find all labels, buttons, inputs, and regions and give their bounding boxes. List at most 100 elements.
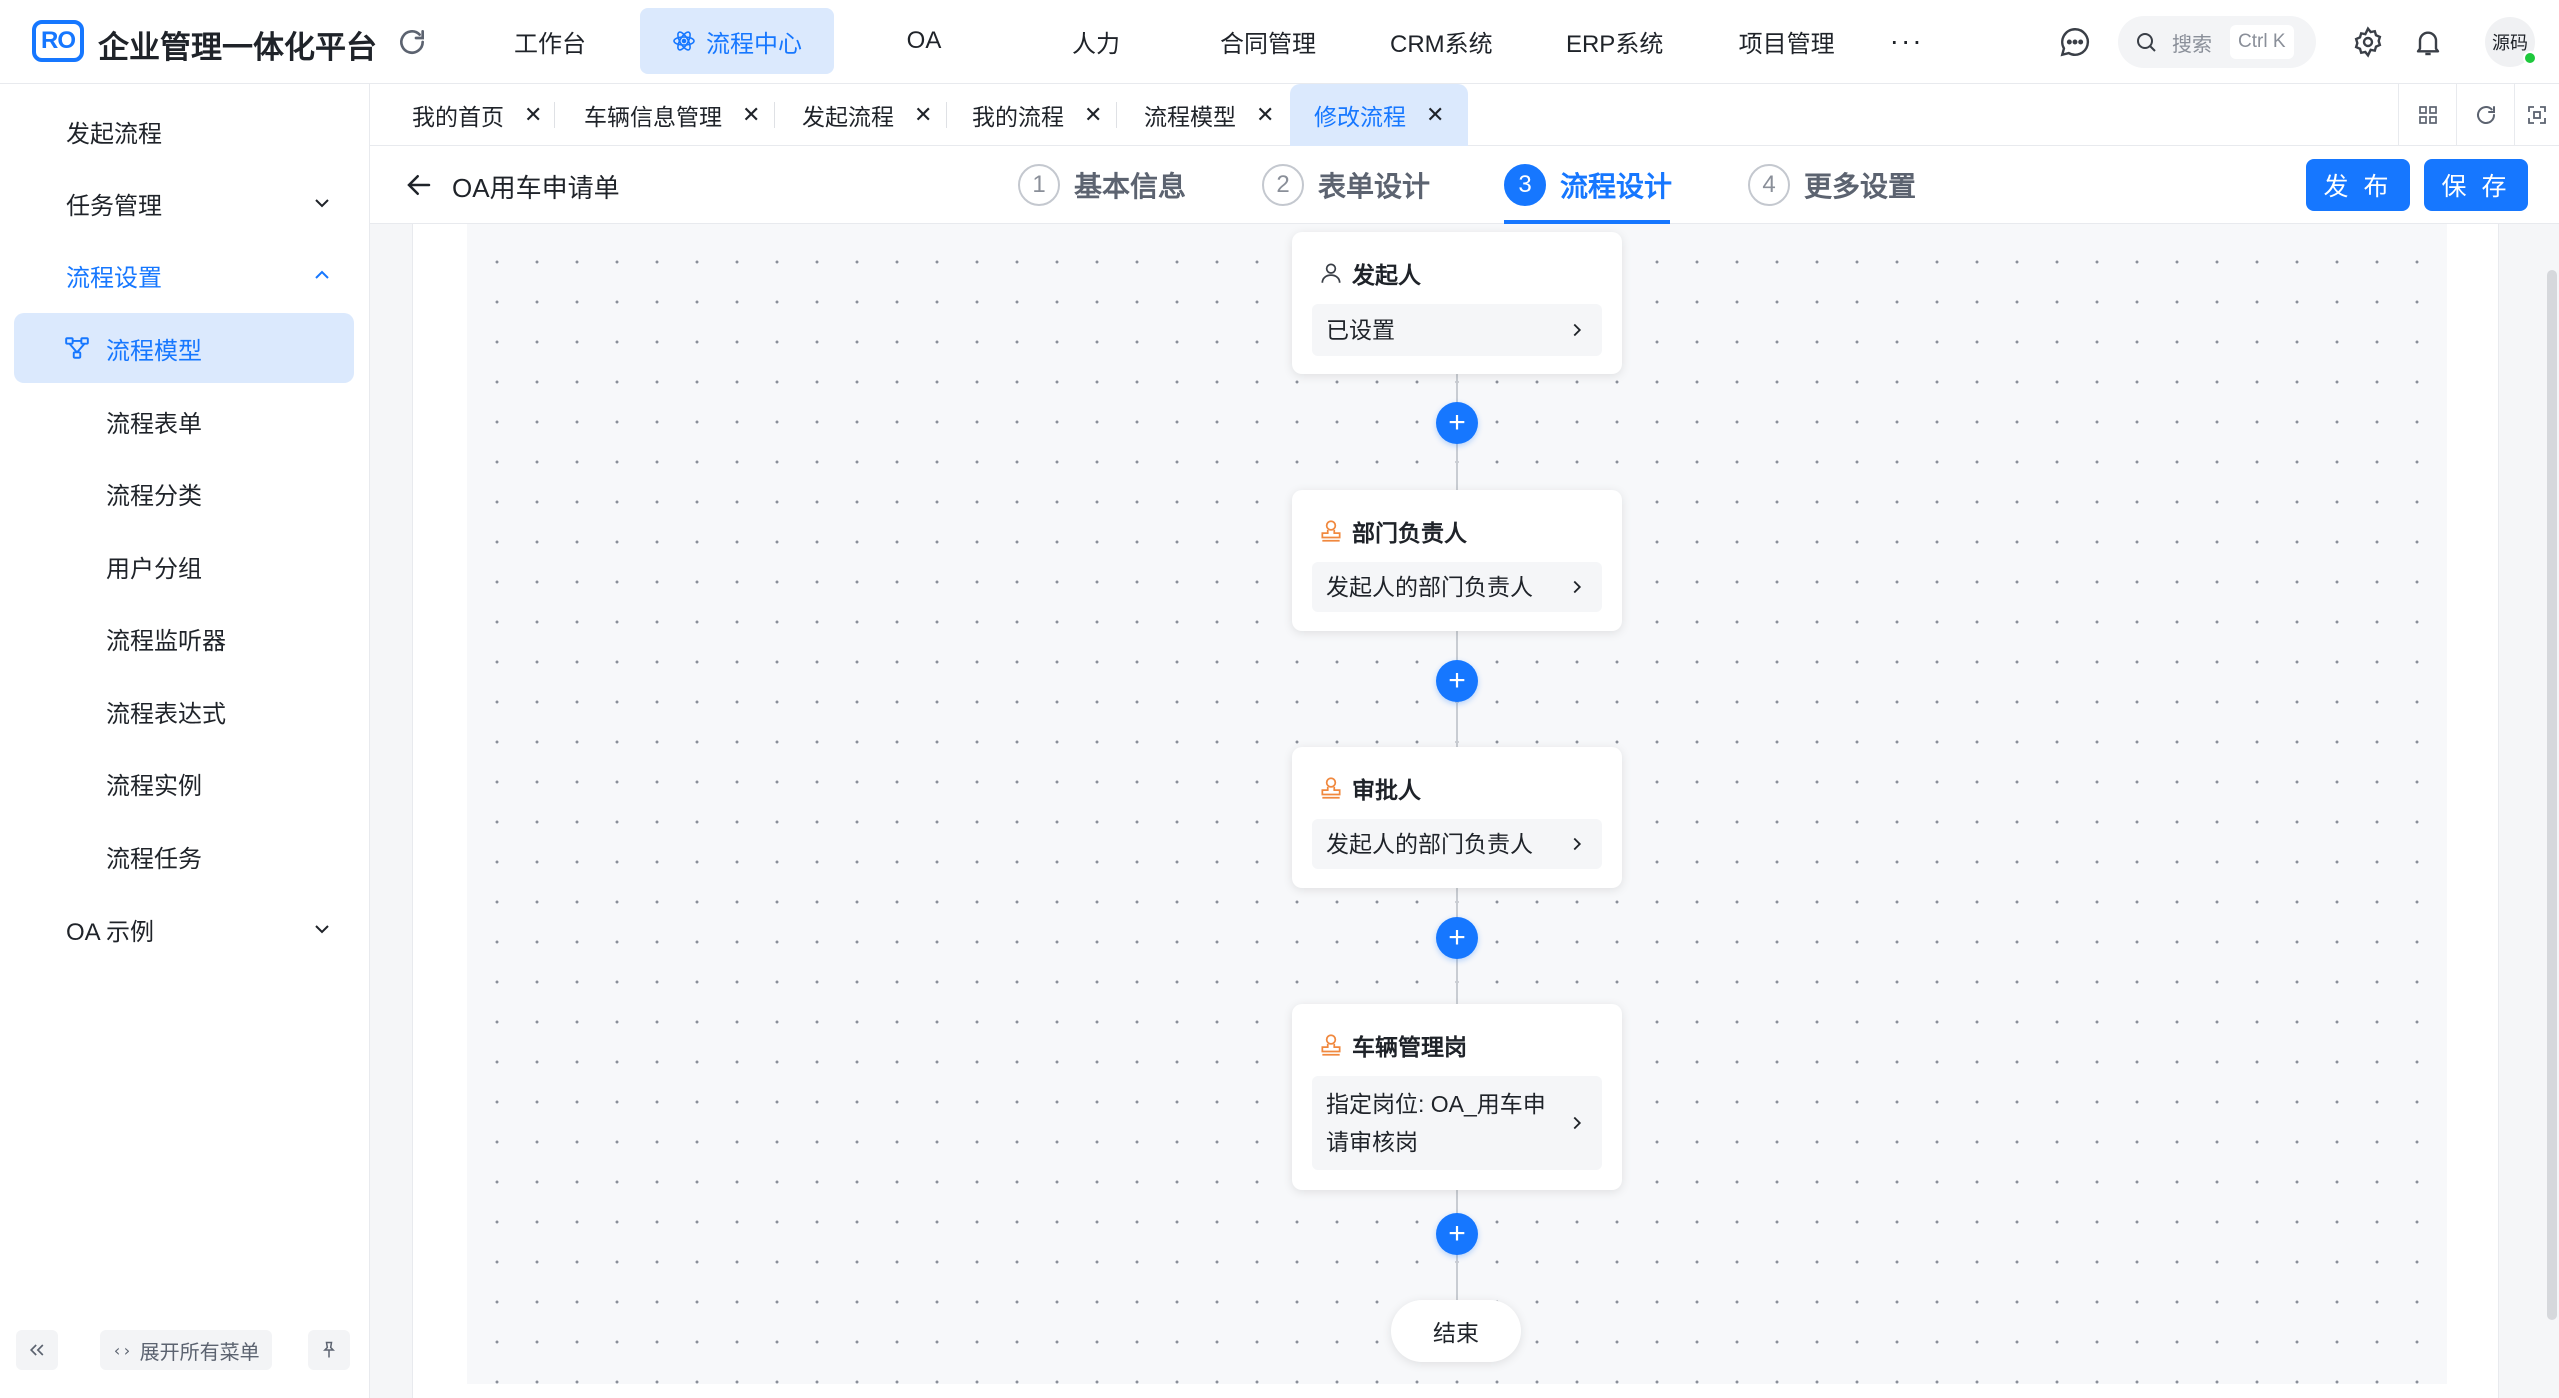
search-shortcut: Ctrl K [2230,25,2294,59]
close-icon[interactable]: ✕ [914,102,932,128]
chevron-right-icon [1573,323,1582,337]
tab-refresh-button[interactable] [2456,84,2514,146]
tab-vehicle-info[interactable]: 车辆信息管理 ✕ [584,84,760,146]
node-config[interactable]: 发起人的部门负责人 [1312,562,1602,612]
node-detail: 指定岗位: OA_用车申请审核岗 [1326,1091,1546,1155]
nav-process-center[interactable]: 流程中心 [640,8,834,74]
grid-icon [2418,106,2437,124]
nav-erp[interactable]: ERP系统 [1533,8,1697,74]
step-process-design[interactable]: 3 流程设计 [1504,160,1672,210]
sidebar-item-start-process[interactable]: 发起流程 [0,96,370,166]
sidebar-footer: ‹› 展开所有菜单 [0,1330,370,1398]
flow-node-vehicle-manager[interactable]: 车辆管理岗 指定岗位: OA_用车申请审核岗 [1292,1004,1622,1190]
flow-node-initiator[interactable]: 发起人 已设置 [1292,232,1622,374]
step-number: 1 [1018,164,1060,206]
user-icon [1321,263,1341,283]
sidebar-item-label: 流程模型 [106,337,202,365]
nav-hr[interactable]: 人力 [1014,8,1178,74]
add-node-button[interactable]: + [1436,1213,1478,1255]
sidebar-item-process-instance[interactable]: 流程实例 [0,748,370,818]
nav-more-button[interactable]: ··· [1877,8,1937,74]
nav-contract[interactable]: 合同管理 [1186,8,1350,74]
refresh-icon[interactable] [396,26,428,58]
sidebar-item-label: 任务管理 [66,192,162,220]
sidebar-item-label: 用户分组 [106,555,202,583]
sidebar-item-process-model[interactable]: 流程模型 [14,313,354,383]
add-node-button[interactable]: + [1436,917,1478,959]
step-basic-info[interactable]: 1 基本信息 [1018,160,1186,210]
tab-edit-process[interactable]: 修改流程 ✕ [1290,84,1469,146]
expand-all-menus-button[interactable]: ‹› 展开所有菜单 [100,1330,272,1370]
sidebar-item-oa-example[interactable]: OA 示例 [0,894,370,964]
bell-icon[interactable] [2412,25,2444,59]
tab-separator [946,102,947,128]
step-number: 2 [1262,164,1304,206]
sidebar-item-label: 流程任务 [106,845,202,873]
gear-icon[interactable] [2352,26,2384,58]
node-config[interactable]: 发起人的部门负责人 [1312,819,1602,869]
node-config[interactable]: 已设置 [1312,304,1602,356]
tab-separator [554,102,555,128]
tab-my-home[interactable]: 我的首页 ✕ [412,84,542,146]
close-icon[interactable]: ✕ [1084,102,1102,128]
flow-node-approver[interactable]: 审批人 发起人的部门负责人 [1292,747,1622,888]
node-config[interactable]: 指定岗位: OA_用车申请审核岗 [1312,1076,1602,1170]
sidebar-item-process-expression[interactable]: 流程表达式 [0,676,370,746]
sidebar-item-label: 流程分类 [106,482,202,510]
sidebar-item-label: 发起流程 [66,120,162,148]
tab-process-model[interactable]: 流程模型 ✕ [1144,84,1274,146]
nav-oa[interactable]: OA [842,8,1006,74]
flow-node-dept-head[interactable]: 部门负责人 发起人的部门负责人 [1292,490,1622,631]
pin-sidebar-button[interactable] [308,1330,350,1370]
add-node-button[interactable]: + [1436,660,1478,702]
back-arrow-icon[interactable] [404,170,434,200]
form-title: OA用车申请单 [452,173,620,203]
close-icon[interactable]: ✕ [742,102,760,128]
publish-button[interactable]: 发 布 [2306,159,2410,211]
save-button[interactable]: 保 存 [2424,159,2528,211]
close-icon[interactable]: ✕ [1256,102,1274,128]
search-icon [2137,33,2156,52]
sidebar-item-label: 流程实例 [106,772,202,800]
node-header: 部门负责人 [1318,514,1467,548]
sidebar-item-process-task[interactable]: 流程任务 [0,821,370,891]
chevron-up-icon [315,270,329,279]
tab-label: 车辆信息管理 [584,104,722,130]
sidebar-item-process-form[interactable]: 流程表单 [0,386,370,456]
sidebar-item-user-group[interactable]: 用户分组 [0,531,370,601]
close-icon[interactable]: ✕ [1426,102,1444,128]
tab-label: 我的流程 [972,104,1064,130]
step-form-design[interactable]: 2 表单设计 [1262,160,1430,210]
message-icon[interactable] [2058,25,2092,59]
tab-my-process[interactable]: 我的流程 ✕ [972,84,1102,146]
sidebar-item-process-category[interactable]: 流程分类 [0,458,370,528]
nav-project[interactable]: 项目管理 [1705,8,1869,74]
tab-label: 修改流程 [1314,104,1406,130]
collapse-sidebar-button[interactable] [16,1330,58,1370]
chevron-down-icon [315,199,329,208]
sidebar-item-task-management[interactable]: 任务管理 [0,168,370,238]
scrollbar-thumb[interactable] [2547,270,2557,1320]
nav-crm[interactable]: CRM系统 [1358,8,1525,74]
top-header: RO 企业管理一体化平台 工作台 流程中心 OA 人力 合同管理 CRM系统 E… [0,0,2559,84]
sidebar-item-process-settings[interactable]: 流程设置 [0,240,370,310]
sidebar: 发起流程 任务管理 流程设置 流程模型 流程表单 流程分类 用户分组 流程监听器… [0,84,370,1398]
avatar[interactable]: 源码 [2485,17,2537,67]
expand-all-label: 展开所有菜单 [139,1341,260,1364]
tab-fullscreen-button[interactable] [2514,84,2559,146]
sidebar-item-process-listener[interactable]: 流程监听器 [0,603,370,673]
nav-process-center-label: 流程中心 [706,30,802,58]
step-more-settings[interactable]: 4 更多设置 [1748,160,1916,210]
close-icon[interactable]: ✕ [524,102,542,128]
step-number: 3 [1504,164,1546,206]
node-title: 发起人 [1352,262,1421,288]
tab-grid-button[interactable] [2398,84,2456,146]
node-title: 审批人 [1352,777,1421,803]
search-box[interactable]: 搜索 Ctrl K [2118,16,2316,68]
sidebar-item-label: OA 示例 [66,918,155,946]
add-node-button[interactable]: + [1436,402,1478,444]
tab-start-process[interactable]: 发起流程 ✕ [802,84,932,146]
step-label: 基本信息 [1074,171,1187,202]
flow-end-node: 结束 [1391,1300,1521,1362]
nav-workbench[interactable]: 工作台 [468,8,632,74]
